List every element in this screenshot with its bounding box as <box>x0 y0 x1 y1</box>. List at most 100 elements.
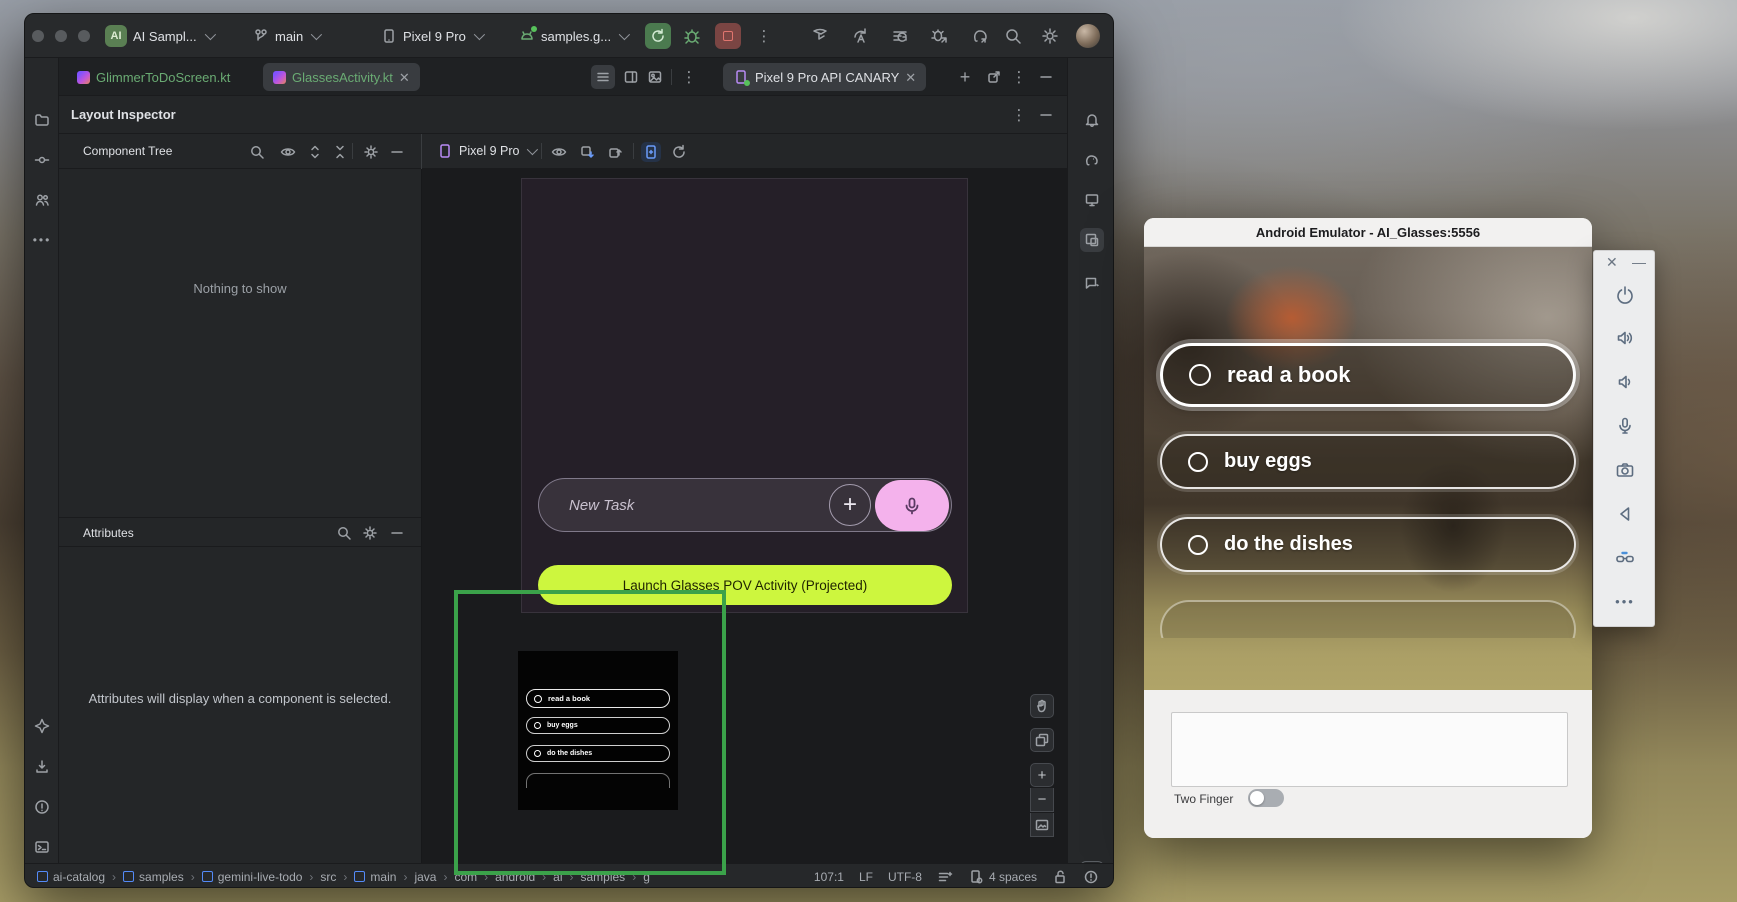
stop-button[interactable] <box>715 23 741 49</box>
refresh-button[interactable] <box>669 142 689 162</box>
tool-window-options-button[interactable]: ⋮ <box>1007 65 1031 89</box>
close-tab-icon[interactable]: ✕ <box>905 71 916 84</box>
emulator-screen[interactable]: read a book buy eggs do the dishes <box>1144 247 1592 690</box>
running-devices-tool-button[interactable] <box>1080 228 1104 252</box>
radio-circle-icon[interactable] <box>1188 452 1208 472</box>
rerun-button[interactable] <box>645 23 671 49</box>
breadcrumb-item[interactable]: main <box>354 870 396 884</box>
zoom-in-button[interactable]: + <box>1030 763 1054 787</box>
window-zoom-button[interactable] <box>78 30 90 42</box>
todo-item-buy-eggs[interactable]: buy eggs <box>1160 434 1576 489</box>
apply-changes-button[interactable] <box>847 23 873 49</box>
emulator-close-button[interactable]: ✕ <box>1606 255 1618 269</box>
breadcrumb-item[interactable]: gemini-live-todo <box>202 870 303 884</box>
commit-tool-button[interactable] <box>30 148 54 172</box>
volume-up-button[interactable] <box>1614 327 1636 349</box>
window-minimize-button[interactable] <box>55 30 67 42</box>
gemini-tool-button[interactable] <box>30 714 54 738</box>
tree-search-button[interactable] <box>247 142 267 162</box>
add-device-tab-button[interactable]: + <box>953 65 977 89</box>
debug-button[interactable] <box>679 23 705 49</box>
device-screen-preview[interactable]: New Task + Launch Glasses POV Activity (… <box>521 178 968 613</box>
unlocked-padlock-icon[interactable] <box>1052 869 1068 885</box>
layer-spacing-button[interactable] <box>1030 728 1054 752</box>
problems-tool-button[interactable] <box>30 795 54 819</box>
microphone-button[interactable] <box>1614 415 1636 437</box>
settings-button[interactable] <box>1037 23 1063 49</box>
emulator-title-bar[interactable]: Android Emulator - AI_Glasses:5556 <box>1144 218 1592 247</box>
camera-button[interactable] <box>1614 459 1636 481</box>
attach-debugger-button[interactable] <box>927 23 953 49</box>
search-everywhere-button[interactable] <box>1000 23 1026 49</box>
indent-options-icon[interactable] <box>937 869 953 885</box>
encoding-widget[interactable]: UTF-8 <box>888 870 922 884</box>
zoom-out-button[interactable]: − <box>1030 788 1054 812</box>
import-snapshot-button[interactable] <box>605 142 625 162</box>
editor-options-button[interactable]: ⋮ <box>677 65 701 89</box>
attributes-settings-button[interactable] <box>360 523 380 543</box>
volume-down-button[interactable] <box>1614 371 1636 393</box>
dependencies-tool-button[interactable] <box>30 755 54 779</box>
pan-mode-button[interactable] <box>1030 694 1054 718</box>
power-button[interactable] <box>1614 283 1636 305</box>
breadcrumb-item[interactable]: ai-catalog <box>37 870 105 884</box>
gradle-sync-button[interactable] <box>967 23 993 49</box>
expand-all-button[interactable] <box>305 142 325 162</box>
todo-item-read-a-book[interactable]: read a book <box>1160 343 1576 407</box>
toggle-deep-inspect-button[interactable] <box>549 142 569 162</box>
line-separator-widget[interactable]: LF <box>859 870 873 884</box>
terminal-tool-button[interactable] <box>30 835 54 859</box>
sync-list-button[interactable] <box>887 23 913 49</box>
emulator-minimize-button[interactable]: — <box>1632 255 1646 269</box>
inspector-options-button[interactable]: ⋮ <box>1007 103 1031 127</box>
emulator-input-area[interactable] <box>1171 712 1568 787</box>
running-devices-tab[interactable]: Pixel 9 Pro API CANARY ✕ <box>723 63 926 91</box>
preview-image-button[interactable] <box>643 65 667 89</box>
structure-tool-button[interactable] <box>30 188 54 212</box>
gradle-tool-button[interactable] <box>1080 148 1104 172</box>
more-run-actions-button[interactable]: ⋮ <box>751 23 777 49</box>
run-configuration-widget[interactable]: samples.g... <box>519 23 627 49</box>
radio-circle-icon[interactable] <box>1188 535 1208 555</box>
radio-circle-icon[interactable] <box>1189 364 1211 386</box>
back-button[interactable] <box>1614 503 1636 525</box>
project-widget[interactable]: AI AI Sampl... <box>105 23 213 49</box>
two-finger-toggle[interactable] <box>1248 789 1284 807</box>
tree-hide-button[interactable] <box>387 142 407 162</box>
notifications-tool-button[interactable] <box>1080 108 1104 132</box>
inspector-minimize-button[interactable] <box>1034 103 1058 127</box>
device-manager-tool-button[interactable] <box>1080 188 1104 212</box>
voice-input-button[interactable] <box>875 480 949 531</box>
editor-list-view-button[interactable] <box>591 65 615 89</box>
inspector-device-selector[interactable]: Pixel 9 Pro <box>437 139 535 163</box>
tree-visibility-button[interactable] <box>278 142 298 162</box>
collapse-all-button[interactable] <box>330 142 350 162</box>
breadcrumb-item[interactable]: samples <box>123 870 184 884</box>
hide-tool-window-button[interactable] <box>1034 65 1058 89</box>
attributes-hide-button[interactable] <box>387 523 407 543</box>
open-in-window-button[interactable] <box>982 65 1006 89</box>
attributes-search-button[interactable] <box>334 523 354 543</box>
export-snapshot-button[interactable] <box>577 142 597 162</box>
profiler-button[interactable] <box>807 23 833 49</box>
add-task-button[interactable]: + <box>829 484 871 526</box>
breadcrumb-item[interactable]: src <box>320 870 336 884</box>
vcs-branch-widget[interactable]: main <box>253 23 319 49</box>
glasses-button[interactable] <box>1614 546 1636 568</box>
inspections-status-icon[interactable] <box>1083 869 1099 885</box>
todo-item-do-the-dishes[interactable]: do the dishes <box>1160 517 1576 572</box>
more-options-button[interactable]: ••• <box>1614 590 1636 612</box>
window-close-button[interactable] <box>32 30 44 42</box>
more-tools-button[interactable]: ••• <box>30 228 54 252</box>
tree-settings-button[interactable] <box>361 142 381 162</box>
project-tool-button[interactable] <box>30 108 54 132</box>
breadcrumb-item[interactable]: java <box>414 870 436 884</box>
device-selector-widget[interactable]: Pixel 9 Pro <box>381 23 482 49</box>
close-tab-icon[interactable]: ✕ <box>399 71 410 84</box>
caret-position-widget[interactable]: 107:1 <box>814 870 844 884</box>
split-editor-button[interactable] <box>619 65 643 89</box>
tab-glimmertodoscreen[interactable]: GlimmerToDoScreen.kt <box>67 63 240 91</box>
indent-widget[interactable]: 4 spaces <box>968 869 1037 885</box>
zoom-to-fit-button[interactable] <box>1030 813 1054 837</box>
live-updates-toggle[interactable] <box>641 142 661 162</box>
